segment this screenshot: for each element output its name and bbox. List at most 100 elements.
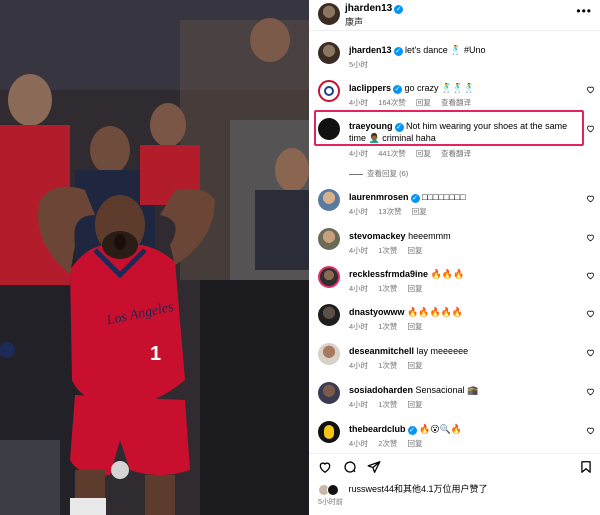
comment-username[interactable]: thebeardclub xyxy=(349,424,406,434)
translate-button[interactable]: 查看翻译 xyxy=(441,149,471,158)
comment-meta: 4小时 1次赞 回复 xyxy=(349,283,431,294)
reply-button[interactable]: 回复 xyxy=(408,284,423,293)
caption-username[interactable]: jharden13 xyxy=(349,45,392,55)
comment-body: sosiadoharden Sensacional 🕋 xyxy=(349,384,579,396)
reply-button[interactable]: 回复 xyxy=(408,322,423,331)
comment-likes[interactable]: 164次赞 xyxy=(378,98,406,107)
verified-icon: ✓ xyxy=(394,5,404,14)
caption-time[interactable]: 5小时 xyxy=(349,60,368,69)
comment-time[interactable]: 4小时 xyxy=(349,284,368,293)
comment-username[interactable]: recklessfrmda9ine xyxy=(349,269,428,279)
comment-username[interactable]: laclippers xyxy=(349,83,391,93)
comment-avatar[interactable] xyxy=(318,343,340,365)
heart-icon[interactable] xyxy=(586,309,595,318)
comment-body: deseanmitchell lay meeeeee xyxy=(349,345,579,357)
translate-button[interactable]: 查看翻译 xyxy=(441,98,471,107)
like-heart-icon[interactable] xyxy=(318,460,332,474)
liker-avatar xyxy=(327,483,339,496)
heart-icon[interactable] xyxy=(586,387,595,396)
reply-button[interactable]: 回复 xyxy=(408,400,423,409)
comment-username[interactable]: deseanmitchell xyxy=(349,346,414,356)
comment-time[interactable]: 4小时 xyxy=(349,207,368,216)
comment-meta: 4小时 164次赞 回复 查看翻译 xyxy=(349,97,479,108)
reply-button[interactable]: 回复 xyxy=(408,361,423,370)
comment-likes[interactable]: 1次赞 xyxy=(378,361,397,370)
comment-meta: 4小时 1次赞 回复 xyxy=(349,399,431,410)
comment-avatar[interactable] xyxy=(318,304,340,326)
comment-avatar[interactable] xyxy=(318,382,340,404)
comment-avatar[interactable] xyxy=(318,80,340,102)
comment-text: 🔥🔥🔥🔥🔥 xyxy=(407,307,464,317)
comment-time[interactable]: 4小时 xyxy=(349,361,368,370)
comment-avatar[interactable] xyxy=(318,266,340,288)
comment-username[interactable]: dnastyowww xyxy=(349,307,405,317)
reply-button[interactable]: 回复 xyxy=(408,439,423,448)
comment-likes[interactable]: 2次赞 xyxy=(378,439,397,448)
verified-icon: ✓ xyxy=(394,123,404,132)
comment-text: 🔥😮🔍🔥 xyxy=(419,424,463,434)
clippers-logo-icon xyxy=(324,86,334,96)
comment-meta: 4小时 1次赞 回复 xyxy=(349,321,431,332)
comment-avatar[interactable] xyxy=(318,118,340,140)
comment-icon[interactable] xyxy=(343,460,357,474)
comment-avatar[interactable] xyxy=(318,421,340,443)
comment-body: laurenmrosen ✓ □□□□□□□□ xyxy=(349,191,579,203)
comment-time[interactable]: 4小时 xyxy=(349,322,368,331)
comment-username[interactable]: laurenmrosen xyxy=(349,192,409,202)
comment-text: 🔥🔥🔥 xyxy=(430,269,465,279)
comment-body: laclippers ✓ go crazy 🕺🕺🕺 xyxy=(349,82,579,94)
author-username[interactable]: jharden13 ✓ xyxy=(345,3,404,14)
beard-logo-icon xyxy=(324,425,334,439)
comment-likes[interactable]: 1次赞 xyxy=(378,246,397,255)
reply-button[interactable]: 回复 xyxy=(412,207,427,216)
heart-icon[interactable] xyxy=(586,233,595,242)
post-time[interactable]: 5小时前 xyxy=(318,497,343,507)
caption-body: jharden13 ✓ let's dance 🕺 #Uno xyxy=(349,44,579,56)
share-icon[interactable] xyxy=(367,460,381,474)
post-photo[interactable]: Los Angeles 1 xyxy=(0,0,309,515)
reply-button[interactable]: 回复 xyxy=(408,246,423,255)
action-bar xyxy=(309,453,600,479)
heart-icon[interactable] xyxy=(586,426,595,435)
heart-icon[interactable] xyxy=(586,124,595,133)
audio-label[interactable]: 康声 xyxy=(345,15,363,28)
bookmark-icon[interactable] xyxy=(579,460,593,474)
caption-avatar[interactable] xyxy=(318,42,340,64)
reply-button[interactable]: 回复 xyxy=(416,149,431,158)
comment-meta: 4小时 1次赞 回复 xyxy=(349,245,431,256)
comment-username[interactable]: stevomackey xyxy=(349,231,406,241)
author-name[interactable]: jharden13 xyxy=(345,3,392,14)
author-avatar[interactable] xyxy=(318,3,340,25)
comment-username[interactable]: traeyoung xyxy=(349,121,393,131)
comment-avatar[interactable] xyxy=(318,189,340,211)
caption-meta: 5小时 xyxy=(349,59,376,70)
comment-time[interactable]: 4小时 xyxy=(349,98,368,107)
comment-likes[interactable]: 1次赞 xyxy=(378,322,397,331)
comment-time[interactable]: 4小时 xyxy=(349,439,368,448)
verified-icon: ✓ xyxy=(393,85,403,94)
more-horizontal-icon[interactable]: ••• xyxy=(576,4,592,18)
comment-meta: 4小时 1次赞 回复 xyxy=(349,360,431,371)
comment-likes[interactable]: 441次赞 xyxy=(378,149,406,158)
reply-button[interactable]: 回复 xyxy=(416,98,431,107)
comment-body: recklessfrmda9ine 🔥🔥🔥 xyxy=(349,268,579,280)
comment-likes[interactable]: 13次赞 xyxy=(378,207,401,216)
view-replies-button[interactable]: 查看回复 (6) xyxy=(349,168,408,179)
heart-icon[interactable] xyxy=(586,348,595,357)
comment-time[interactable]: 4小时 xyxy=(349,149,368,158)
likes-text[interactable]: russwest44和其他4.1万位用户赞了 xyxy=(349,484,488,494)
heart-icon[interactable] xyxy=(586,194,595,203)
comment-avatar[interactable] xyxy=(318,228,340,250)
likes-summary[interactable]: russwest44和其他4.1万位用户赞了 xyxy=(318,482,488,496)
comment-likes[interactable]: 1次赞 xyxy=(378,284,397,293)
comment-time[interactable]: 4小时 xyxy=(349,400,368,409)
comment-time[interactable]: 4小时 xyxy=(349,246,368,255)
comment-body: traeyoung ✓ Not him wearing your shoes at… xyxy=(349,120,579,144)
comment-likes[interactable]: 1次赞 xyxy=(378,400,397,409)
heart-icon[interactable] xyxy=(586,271,595,280)
comment-body: thebeardclub ✓ 🔥😮🔍🔥 xyxy=(349,423,579,435)
photo-illustration: Los Angeles 1 xyxy=(0,0,309,515)
heart-icon[interactable] xyxy=(586,85,595,94)
comment-username[interactable]: sosiadoharden xyxy=(349,385,413,395)
liker-avatars xyxy=(318,483,346,496)
